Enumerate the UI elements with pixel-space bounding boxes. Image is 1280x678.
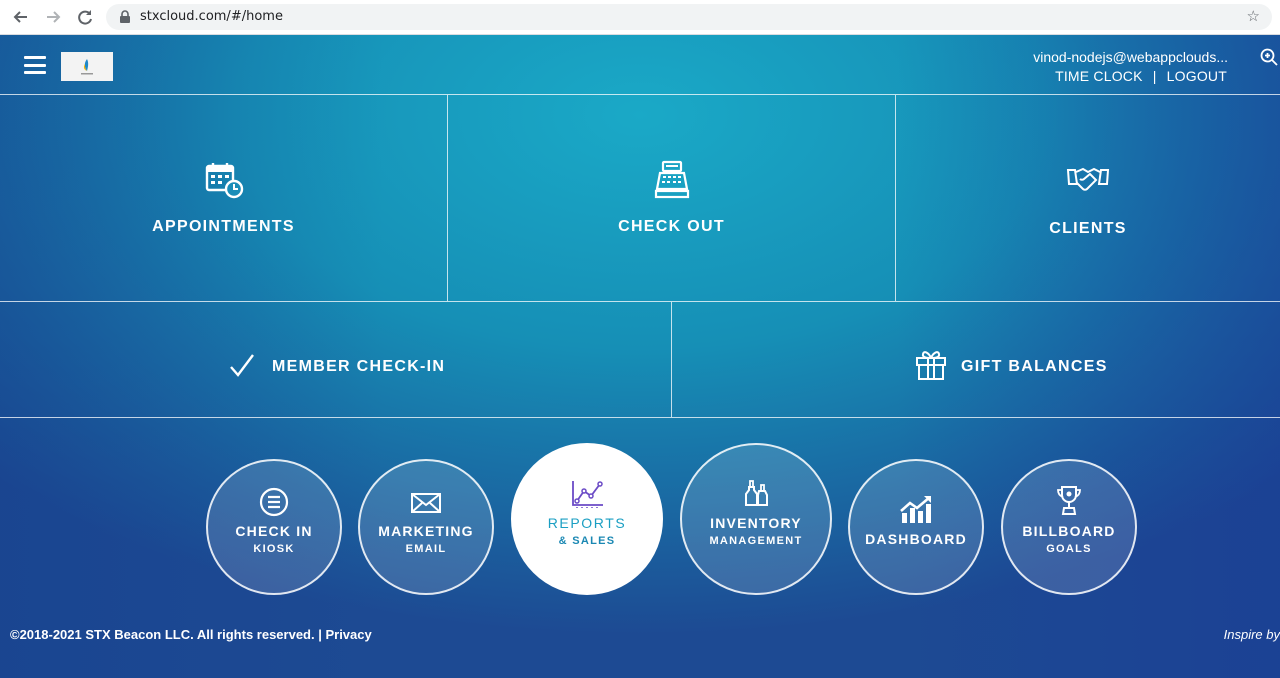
inventory-management-button[interactable]: INVENTORY MANAGEMENT — [680, 443, 832, 595]
url-text: stxcloud.com/#/home — [140, 9, 283, 24]
gift-balances-tile[interactable]: GIFT BALANCES — [672, 302, 1280, 418]
clients-label: CLIENTS — [1049, 220, 1127, 237]
star-icon[interactable]: ☆ — [1247, 7, 1260, 25]
checkin-sub-label: KIOSK — [253, 543, 295, 555]
billboard-goals-button[interactable]: BILLBOARD GOALS — [1001, 459, 1137, 595]
marketing-sub-label: EMAIL — [405, 543, 447, 555]
cash-register-icon — [654, 160, 689, 199]
forward-arrow-icon[interactable] — [42, 6, 64, 28]
gift-icon — [916, 351, 946, 380]
user-email[interactable]: vinod-nodejs@webappclouds... — [1033, 49, 1228, 65]
inventory-main-label: INVENTORY — [710, 515, 802, 531]
trophy-icon — [1057, 486, 1081, 515]
logout-link[interactable]: LOGOUT — [1167, 68, 1227, 84]
back-arrow-icon[interactable] — [10, 6, 32, 28]
dashboard-button[interactable]: DASHBOARD — [848, 459, 984, 595]
reports-sub-label: & SALES — [558, 535, 616, 547]
marketing-main-label: MARKETING — [378, 523, 474, 539]
calendar-clock-icon — [205, 163, 243, 199]
checkout-label: CHECK OUT — [618, 218, 725, 235]
bottles-icon — [745, 480, 768, 506]
growth-chart-icon — [900, 496, 931, 523]
footer-tagline: Inspire by — [1223, 627, 1280, 642]
envelope-icon — [411, 493, 441, 513]
reports-main-label: REPORTS — [547, 515, 627, 531]
appointments-tile[interactable]: APPOINTMENTS — [0, 94, 448, 302]
member-checkin-tile[interactable]: MEMBER CHECK-IN — [0, 302, 672, 418]
link-separator: | — [1152, 68, 1157, 84]
line-chart-icon — [572, 481, 603, 508]
gift-balances-label: GIFT BALANCES — [961, 358, 1108, 375]
top-links: TIME CLOCK | LOGOUT — [1055, 68, 1227, 84]
browser-toolbar: stxcloud.com/#/home ☆ — [0, 0, 1280, 35]
billboard-sub-label: GOALS — [1046, 543, 1092, 555]
checkmark-icon — [230, 354, 254, 377]
address-bar[interactable]: stxcloud.com/#/home ☆ — [106, 4, 1272, 30]
zoom-in-icon[interactable] — [1260, 48, 1278, 66]
inventory-sub-label: MANAGEMENT — [709, 535, 803, 547]
lock-icon — [120, 10, 130, 23]
top-bar: vinod-nodejs@webappclouds... TIME CLOCK … — [0, 35, 1280, 94]
brand-logo[interactable] — [61, 52, 113, 81]
checkout-tile[interactable]: CHECK OUT — [448, 94, 896, 302]
list-circle-icon — [259, 487, 289, 517]
reports-sales-button[interactable]: REPORTS & SALES — [511, 443, 663, 595]
time-clock-link[interactable]: TIME CLOCK — [1055, 68, 1143, 84]
handshake-icon — [1066, 167, 1110, 191]
dashboard-main-label: DASHBOARD — [865, 531, 967, 547]
reload-icon[interactable] — [74, 6, 96, 28]
marketing-email-button[interactable]: MARKETING EMAIL — [358, 459, 494, 595]
app-home: vinod-nodejs@webappclouds... TIME CLOCK … — [0, 35, 1280, 678]
clients-tile[interactable]: CLIENTS — [896, 94, 1280, 302]
checkin-main-label: CHECK IN — [235, 523, 313, 539]
billboard-main-label: BILLBOARD — [1022, 523, 1116, 539]
member-checkin-label: MEMBER CHECK-IN — [272, 358, 446, 375]
footer-copyright[interactable]: ©2018-2021 STX Beacon LLC. All rights re… — [10, 627, 372, 642]
appointments-label: APPOINTMENTS — [152, 218, 295, 235]
menu-icon[interactable] — [24, 56, 46, 74]
checkin-kiosk-button[interactable]: CHECK IN KIOSK — [206, 459, 342, 595]
